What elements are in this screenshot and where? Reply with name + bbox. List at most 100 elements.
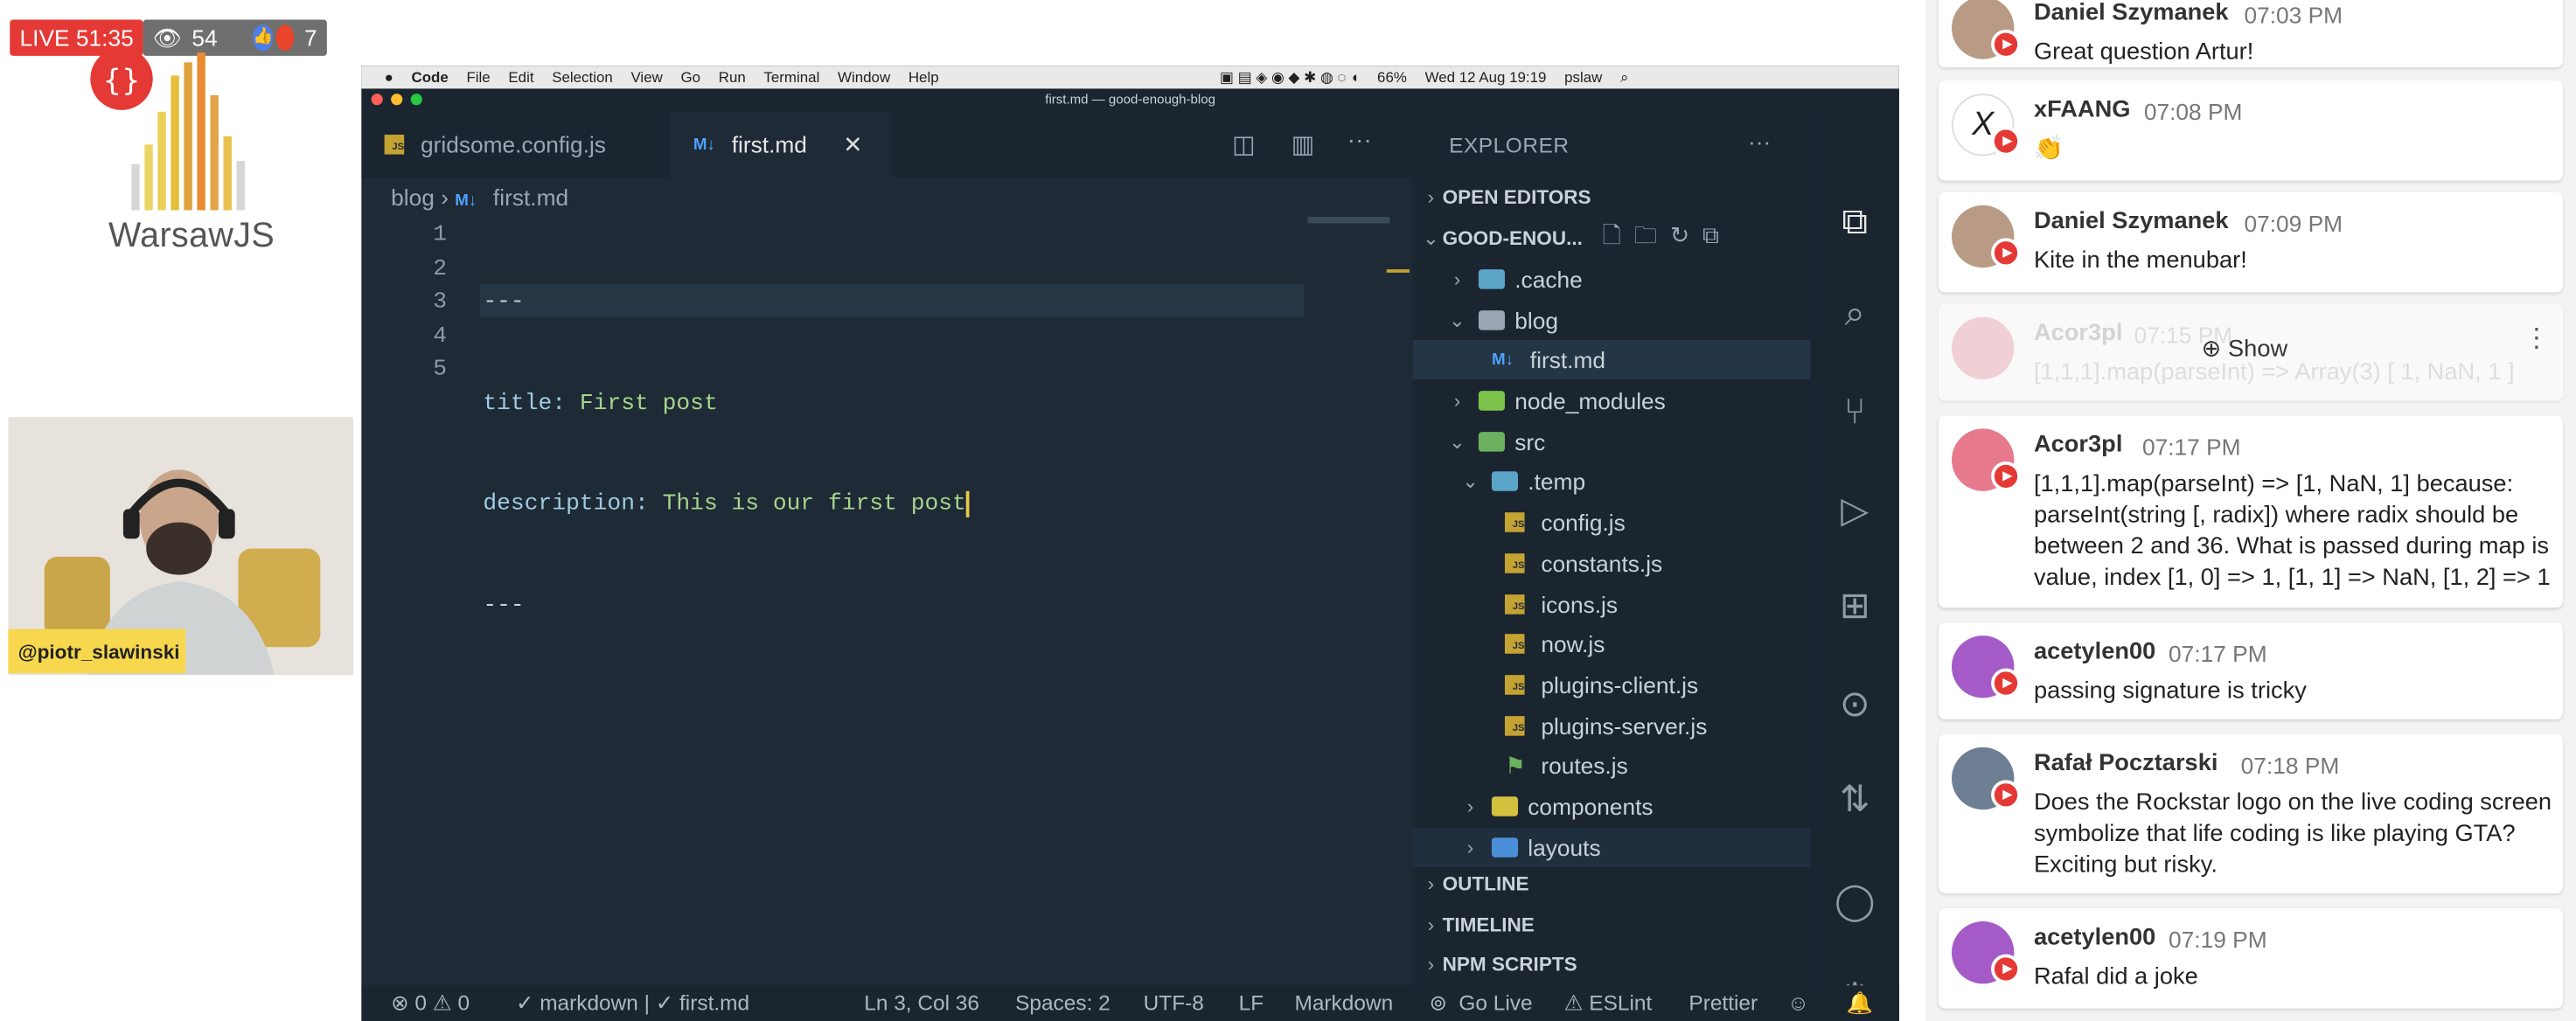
- tree-item[interactable]: M↓ first.md: [1412, 339, 1811, 380]
- js-file-icon: JS: [1504, 553, 1525, 573]
- feedback-icon[interactable]: ☺: [1787, 985, 1809, 1021]
- chat-message[interactable]: Rafał Pocztarski 07:18 PM Does the Rocks…: [1938, 733, 2563, 894]
- macos-menubar: ● Code File Edit Selection View Go Run T…: [361, 66, 1899, 89]
- user-name[interactable]: pslaw: [1564, 69, 1602, 86]
- tree-item[interactable]: › layouts: [1412, 827, 1811, 868]
- tree-item[interactable]: JS constants.js: [1413, 544, 1811, 583]
- js-file-icon: JS: [1504, 716, 1525, 736]
- source-control-icon[interactable]: ⑂: [1834, 391, 1876, 434]
- status-eol[interactable]: LF: [1239, 985, 1264, 1021]
- section-outline[interactable]: › OUTLINE: [1413, 864, 1811, 903]
- more-actions-icon[interactable]: ···: [1347, 127, 1372, 155]
- code-line[interactable]: title: First post: [483, 386, 969, 420]
- menu-help[interactable]: Help: [909, 69, 939, 86]
- menu-selection[interactable]: Selection: [552, 69, 613, 86]
- chat-message[interactable]: X xFAANG 07:08 PM 👏: [1938, 80, 2563, 181]
- tab-label: first.md: [731, 131, 807, 158]
- code-line[interactable]: description: This is our first post: [483, 488, 970, 522]
- menu-view[interactable]: View: [630, 69, 662, 86]
- search-icon[interactable]: ⌕: [1834, 292, 1876, 335]
- tree-item[interactable]: JS icons.js: [1413, 585, 1811, 624]
- split-editor-icon[interactable]: ▥: [1291, 129, 1315, 159]
- code-line[interactable]: ---: [483, 286, 969, 320]
- chat-message[interactable]: Daniel Szymanek 07:03 PM Great question …: [1938, 0, 2563, 68]
- tree-item[interactable]: JS plugins-client.js: [1413, 665, 1811, 705]
- tree-item[interactable]: ⌄ .temp: [1413, 462, 1811, 501]
- tab-first-md[interactable]: M↓ first.md ✕: [670, 111, 893, 177]
- status-indentation[interactable]: Spaces: 2: [1015, 985, 1110, 1021]
- tree-item[interactable]: › .cache: [1413, 260, 1811, 299]
- tree-item[interactable]: ⌄ blog: [1413, 301, 1811, 340]
- status-go-live[interactable]: Go Live: [1459, 985, 1532, 1021]
- close-window-icon[interactable]: [371, 94, 383, 106]
- tree-label: .cache: [1514, 266, 1583, 293]
- tab-label: gridsome.config.js: [420, 131, 606, 158]
- explorer-files-icon[interactable]: ⧉: [1834, 200, 1876, 243]
- folder-open-icon: [1478, 310, 1505, 330]
- chat-message[interactable]: Acor3pl 07:17 PM [1,1,1].map(parseInt) =…: [1938, 415, 2563, 608]
- status-language[interactable]: Markdown: [1294, 985, 1393, 1021]
- run-debug-icon[interactable]: ▷: [1834, 490, 1876, 532]
- status-prettier[interactable]: Prettier: [1688, 985, 1758, 1021]
- minimap[interactable]: [1307, 217, 1390, 224]
- code-line[interactable]: ---: [483, 589, 969, 623]
- section-npm-scripts[interactable]: › NPM SCRIPTS: [1413, 944, 1811, 983]
- status-eslint[interactable]: ⚠ ESLint: [1564, 985, 1653, 1021]
- youtube-icon: [1991, 780, 2021, 810]
- chevron-down-icon: ⌄: [1449, 309, 1466, 332]
- line-numbers: 1 2 3 4 5: [398, 219, 447, 387]
- explorer-more-icon[interactable]: ···: [1748, 128, 1771, 155]
- extensions-icon[interactable]: ⊞: [1834, 585, 1876, 628]
- explorer-actions[interactable]: 🗋🗀↻⧉: [1602, 219, 1731, 258]
- tree-item[interactable]: ⌄ src: [1413, 422, 1811, 462]
- git-graph-icon[interactable]: ⊙: [1834, 684, 1876, 726]
- code-editor[interactable]: --- title: First post description: This …: [483, 219, 970, 791]
- close-tab-icon[interactable]: ✕: [843, 130, 862, 158]
- chat-message[interactable]: acetylen00 07:17 PM passing signature is…: [1938, 622, 2563, 719]
- tree-item[interactable]: › components: [1413, 787, 1811, 826]
- js-file-icon: JS: [1504, 594, 1525, 615]
- spotlight-icon[interactable]: ⌕: [1620, 68, 1628, 87]
- section-timeline[interactable]: › TIMELINE: [1413, 905, 1811, 944]
- menu-terminal[interactable]: Terminal: [763, 69, 819, 86]
- tab-gridsome-config[interactable]: JS gridsome.config.js: [361, 112, 670, 177]
- tree-item[interactable]: JS now.js: [1413, 624, 1811, 663]
- tree-item[interactable]: JS config.js: [1413, 503, 1811, 542]
- breadcrumb-blog[interactable]: blog: [391, 184, 435, 210]
- message-time: 07:09 PM: [2244, 210, 2343, 237]
- tree-item[interactable]: ⚑ routes.js: [1413, 746, 1811, 785]
- menu-run[interactable]: Run: [719, 69, 746, 86]
- open-preview-icon[interactable]: ◫: [1232, 129, 1256, 159]
- menu-file[interactable]: File: [466, 69, 490, 86]
- notifications-icon[interactable]: 🔔: [1847, 985, 1873, 1021]
- status-encoding[interactable]: UTF-8: [1144, 985, 1204, 1021]
- apple-icon[interactable]: ●: [385, 69, 393, 86]
- chevron-right-icon: ›: [1466, 795, 1474, 818]
- status-cursor-position[interactable]: Ln 3, Col 36: [864, 985, 979, 1021]
- account-icon[interactable]: ◯: [1834, 880, 1876, 923]
- pull-requests-icon[interactable]: ⇅: [1834, 779, 1876, 822]
- minimize-window-icon[interactable]: [391, 94, 403, 106]
- chat-message[interactable]: Daniel Szymanek 07:09 PM Kite in the men…: [1938, 191, 2563, 293]
- chat-message[interactable]: acetylen00 07:19 PM Rafal did a joke: [1938, 907, 2563, 1009]
- battery-percent[interactable]: 66%: [1377, 69, 1407, 86]
- code-line[interactable]: [483, 690, 969, 724]
- menu-app[interactable]: Code: [412, 69, 449, 86]
- section-project[interactable]: ⌄ GOOD-ENOU... 🗋🗀↻⧉: [1413, 219, 1811, 258]
- message-menu-icon[interactable]: ⋮: [2524, 322, 2550, 355]
- show-message-button[interactable]: ⊕ Show: [2202, 337, 2288, 363]
- zoom-window-icon[interactable]: [410, 94, 422, 106]
- tree-item[interactable]: JS plugins-server.js: [1413, 706, 1811, 746]
- breadcrumb-file[interactable]: first.md: [493, 184, 568, 210]
- status-problems[interactable]: ⊗ 0 ⚠ 0: [391, 985, 470, 1021]
- status-lint[interactable]: ✓ markdown | ✓ first.md: [516, 985, 749, 1021]
- menubar-tray-icons[interactable]: ▣ ▤ ◈ ◉ ◆ ✱ ◍ ◌ ◖: [1220, 68, 1359, 87]
- author-name: Daniel Szymanek: [2033, 0, 2229, 27]
- tree-item[interactable]: › node_modules: [1413, 381, 1811, 420]
- clock[interactable]: Wed 12 Aug 19:19: [1425, 69, 1547, 86]
- menu-window[interactable]: Window: [838, 69, 890, 86]
- menu-edit[interactable]: Edit: [508, 69, 533, 86]
- section-open-editors[interactable]: › OPEN EDITORS: [1413, 177, 1811, 217]
- text-cursor: [965, 490, 970, 517]
- menu-go[interactable]: Go: [680, 69, 700, 86]
